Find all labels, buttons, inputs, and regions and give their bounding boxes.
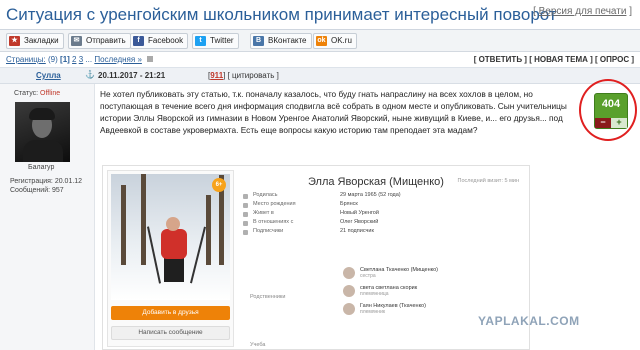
twitter-icon: t [195,36,206,46]
study-label: Учеба [250,342,266,348]
send-button[interactable]: ✉ Отправить [68,33,131,49]
site-watermark: YAPLAKAL.COM [478,314,580,328]
quote-button[interactable]: [ цитировать ] [228,71,279,80]
post-date: 20.11.2017 - 21:21 [98,71,166,80]
page-select-icon[interactable] [147,56,154,62]
relatives-label: Родственники [250,294,286,300]
profile-info: Родилась 29 марта 1965 (52 года) Место ро… [243,192,483,237]
post-number-link[interactable]: 911 [210,71,223,80]
post-author[interactable]: Сулла [36,71,61,80]
vk-button[interactable]: B ВКонтакте [250,33,312,49]
post-link-icon[interactable]: ⚓ [85,70,95,79]
rate-down-button[interactable]: − [595,118,611,128]
pager-row: Страницы: (9) [1] 2 3 ... Последняя » [ … [0,52,640,68]
pages-label[interactable]: Страницы: [6,55,46,64]
info-row: Родилась 29 марта 1965 (52 года) [243,192,483,201]
avatar [343,285,355,297]
reply-button[interactable]: [ ОТВЕТИТЬ ] [474,55,527,64]
post-text: Не хотел публиковать эту статью, т.к. по… [100,89,567,135]
rate-up-button[interactable]: + [611,118,627,128]
user-stats: Регистрация: 20.01.12 Сообщений: 957 [10,178,83,194]
print-version-link[interactable]: [ Версия для печати ] [533,6,632,17]
pagination: Страницы: (9) [1] 2 3 ... Последняя » [6,55,154,64]
location-icon [243,203,248,208]
user-status: Статус: Offline [14,90,61,97]
heart-icon [243,221,248,226]
page-3-link[interactable]: 3 [79,55,83,64]
vk-icon: B [253,36,264,46]
info-row: Место рождения Брянск [243,201,483,210]
page-2-link[interactable]: 2 [72,55,76,64]
bookmarks-button[interactable]: ★ Закладки [6,33,64,49]
user-rank: Балагур [28,164,55,171]
birthday-icon [243,194,248,199]
user-sidebar: Статус: Offline Балагур Регистрация: 20.… [0,84,95,350]
bookmark-icon: ★ [9,36,20,46]
age-badge: 6+ [212,178,226,192]
last-visit: Последний визит: 5 мин [457,178,519,184]
post-rating: 404 − + [594,93,628,129]
current-page: [1] [60,55,70,64]
post-header: Сулла ⚓ 20.11.2017 - 21:21 [911] [ цитир… [0,68,640,84]
info-row: В отношениях с Олег Яворский [243,219,483,228]
profile-photo[interactable]: 6+ [111,174,230,300]
topic-header: Ситуация с уренгойским школьником приним… [0,0,640,30]
home-icon [243,212,248,217]
rating-value: 404 [601,98,621,110]
facebook-icon: f [133,36,144,46]
topic-title: Ситуация с уренгойским школьником приним… [6,5,557,24]
odnoklassniki-icon: ok [316,36,327,46]
new-topic-button[interactable]: [ НОВАЯ ТЕМА ] [529,55,593,64]
okru-button[interactable]: ok OK.ru [313,33,357,49]
poll-button[interactable]: [ ОПРОС ] [595,55,634,64]
facebook-button[interactable]: f Facebook [130,33,189,49]
followers-icon [243,230,248,235]
profile-photo-card: 6+ Добавить в друзья Написать сообщение [107,170,234,347]
info-row: Живет в Новый Уренгой [243,210,483,219]
avatar[interactable] [15,102,70,162]
info-row: Подписчики 21 подписчик [243,228,483,237]
avatar [343,303,355,315]
avatar [343,267,355,279]
post-number: [911] [ цитировать ] [208,71,279,80]
add-friend-button[interactable]: Добавить в друзья [111,306,230,320]
write-message-button[interactable]: Написать сообщение [111,326,230,340]
twitter-button[interactable]: t Twitter [192,33,239,49]
last-page-link[interactable]: Последняя » [94,55,142,64]
profile-name: Элла Яворская (Мищенко) [308,176,444,188]
embedded-profile-screenshot: 6+ Добавить в друзья Написать сообщение … [102,165,530,350]
mail-icon: ✉ [71,36,82,46]
topic-actions: [ ОТВЕТИТЬ ] [ НОВАЯ ТЕМА ] [ ОПРОС ] [474,55,634,64]
share-toolbar: ★ Закладки ✉ Отправить f Facebook t Twitter … [0,30,640,52]
